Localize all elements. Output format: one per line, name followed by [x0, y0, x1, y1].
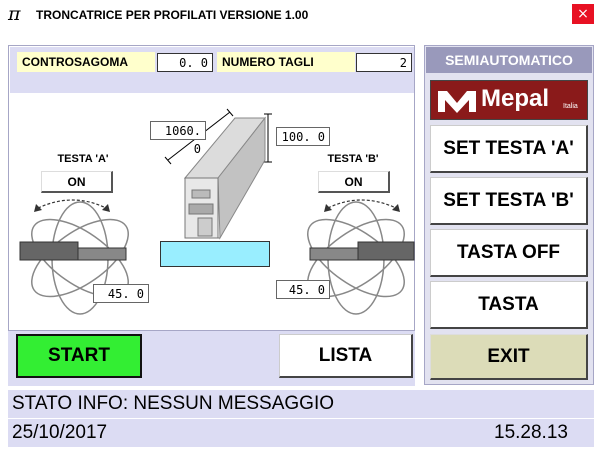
testa-a-angle-field[interactable]: 45. 0 [93, 284, 149, 303]
controsagoma-label: CONTROSAGOMA [17, 52, 155, 72]
testa-b-label: TESTA 'B' [327, 153, 379, 165]
app-icon: π [8, 3, 21, 25]
status-info-label: STATO INFO: [12, 393, 129, 414]
current-date: 25/10/2017 [12, 422, 108, 443]
start-button[interactable]: START [16, 334, 142, 378]
tasta-button[interactable]: TASTA [430, 281, 588, 329]
current-time: 15.28.13 [494, 422, 568, 443]
window-title: TRONCATRICE PER PROFILATI VERSIONE 1.00 [36, 8, 309, 22]
mepal-logo-text: Mepal [481, 85, 550, 112]
testa-b-state-button[interactable]: ON [318, 171, 390, 193]
mepal-logo-sub: Italia [563, 103, 578, 110]
set-testa-a-button[interactable]: SET TESTA 'A' [430, 125, 588, 173]
close-button[interactable]: × [572, 4, 594, 24]
mepal-logo: Mepal Italia [430, 80, 588, 120]
numero-tagli-label: NUMERO TAGLI [217, 52, 355, 72]
cut-length-display[interactable] [160, 241, 270, 267]
testa-b-angle-field[interactable]: 45. 0 [276, 280, 330, 299]
numero-tagli-field[interactable]: 2 [356, 53, 412, 72]
testa-a-state-button[interactable]: ON [41, 171, 113, 193]
testa-a-label: TESTA 'A' [57, 153, 109, 165]
mepal-logo-mark-icon [435, 87, 479, 115]
testa-a-angle-icon [19, 199, 129, 315]
exit-button[interactable]: EXIT [430, 334, 588, 380]
controsagoma-field[interactable]: 0. 0 [157, 53, 213, 72]
testa-b-angle-icon [307, 199, 415, 315]
profile-length-field[interactable]: 1060. 0 [150, 121, 206, 156]
status-bar: STATO INFO: NESSUN MESSAGGIO [8, 390, 594, 418]
mode-label: SEMIAUTOMATICO [426, 47, 592, 73]
set-testa-b-button[interactable]: SET TESTA 'B' [430, 177, 588, 225]
tasta-off-button[interactable]: TASTA OFF [430, 229, 588, 277]
lista-button[interactable]: LISTA [279, 334, 413, 378]
status-info-message: NESSUN MESSAGGIO [133, 393, 335, 414]
profile-height-field[interactable]: 100. 0 [276, 127, 330, 146]
